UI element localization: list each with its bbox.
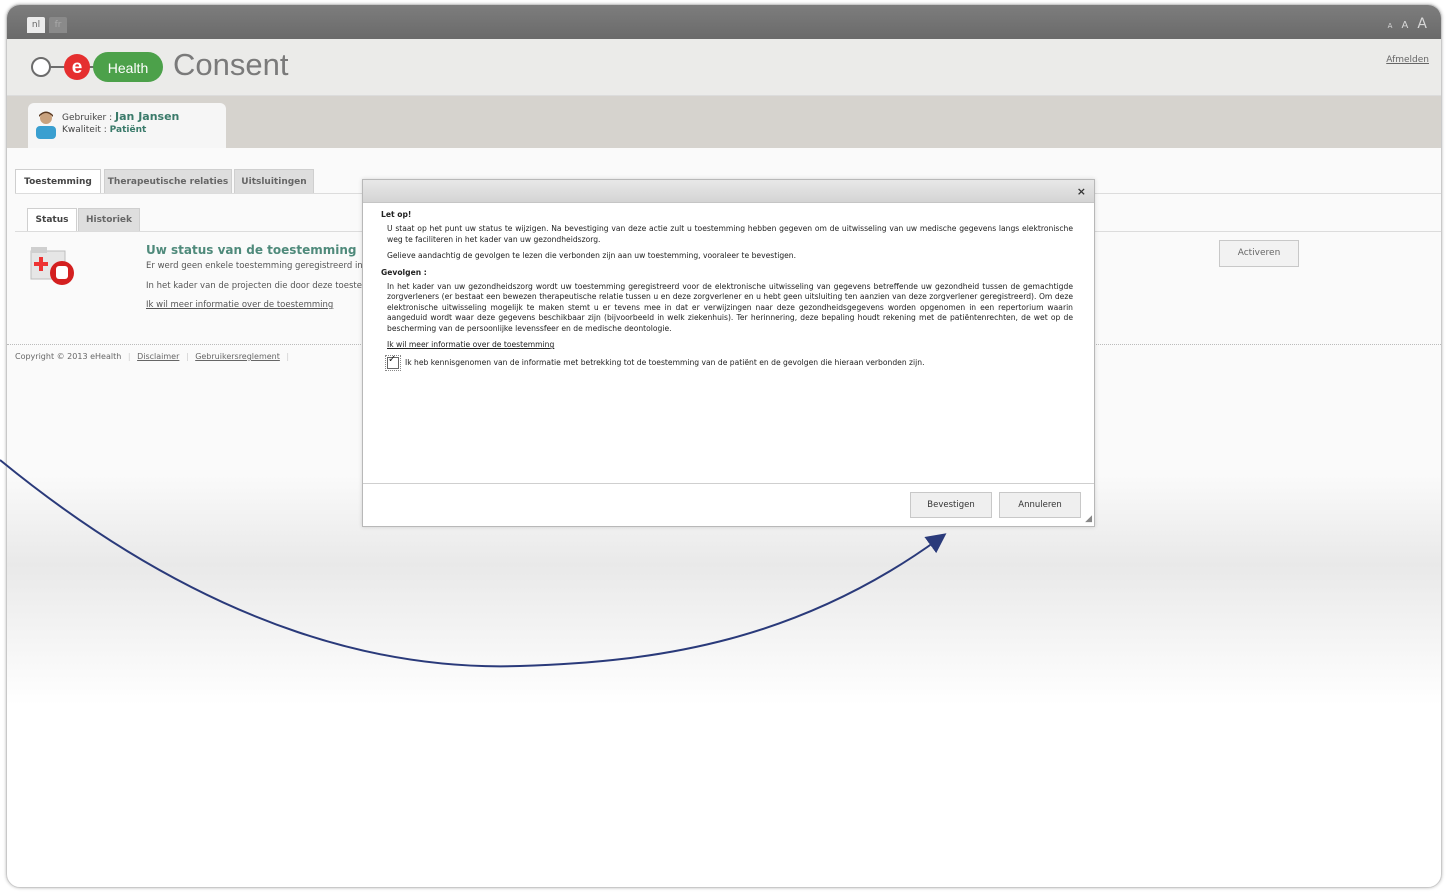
- tab-toestemming[interactable]: Toestemming: [15, 169, 101, 194]
- user-label: Gebruiker :: [62, 113, 113, 123]
- user-avatar-icon: [36, 111, 56, 139]
- cancel-button[interactable]: Annuleren: [999, 492, 1081, 518]
- disclaimer-link[interactable]: Disclaimer: [137, 352, 179, 361]
- quality-label: Kwaliteit :: [62, 125, 107, 135]
- user-bar: Gebruiker : Jan Jansen Kwaliteit : Patië…: [7, 96, 1441, 148]
- quality-value: Patiënt: [109, 125, 147, 135]
- user-name-row: Gebruiker : Jan Jansen: [62, 110, 179, 123]
- user-name: Jan Jansen: [115, 110, 180, 123]
- header: e Health Consent Afmelden: [7, 39, 1441, 96]
- dialog-body: Let op! U staat op het punt uw status te…: [381, 210, 1073, 372]
- activate-button[interactable]: Activeren: [1219, 240, 1299, 267]
- confirm-button[interactable]: Bevestigen: [910, 492, 992, 518]
- lang-fr-tab[interactable]: fr: [49, 17, 67, 33]
- status-title: Uw status van de toestemming: [146, 243, 357, 257]
- close-icon[interactable]: ×: [1077, 185, 1086, 198]
- acknowledge-label: Ik heb kennisgenomen van de informatie m…: [405, 358, 925, 368]
- consent-blocked-icon: [30, 247, 74, 285]
- tab-uitsluitingen[interactable]: Uitsluitingen: [234, 169, 314, 194]
- logout-link[interactable]: Afmelden: [1386, 55, 1429, 65]
- app-title: Consent: [173, 47, 289, 82]
- confirm-dialog: × Let op! U staat op het punt uw status …: [362, 179, 1095, 527]
- font-medium-button[interactable]: A: [1401, 20, 1408, 31]
- font-large-button[interactable]: A: [1417, 16, 1427, 32]
- font-size-controls: A A A: [1384, 13, 1427, 32]
- dialog-heading-let-op: Let op!: [381, 210, 412, 219]
- tab-therapeutische-relaties[interactable]: Therapeutische relaties: [104, 169, 232, 194]
- acknowledge-row: Ik heb kennisgenomen van de informatie m…: [385, 355, 1073, 372]
- dialog-footer: Bevestigen Annuleren ◢: [363, 483, 1094, 526]
- dialog-paragraph-3: In het kader van uw gezondheidszorg word…: [387, 282, 1073, 333]
- dialog-heading-gevolgen: Gevolgen :: [381, 267, 427, 277]
- acknowledge-checkbox[interactable]: [385, 355, 401, 372]
- status-line-1: Er werd geen enkele toestemming geregist…: [146, 261, 368, 271]
- dialog-titlebar: ×: [363, 180, 1094, 203]
- dialog-paragraph-2: Gelieve aandachtig de gevolgen te lezen …: [387, 251, 797, 261]
- subtab-status[interactable]: Status: [27, 208, 77, 231]
- rules-link[interactable]: Gebruikersreglement: [195, 352, 280, 361]
- user-card: Gebruiker : Jan Jansen Kwaliteit : Patië…: [28, 103, 226, 148]
- subtab-historiek[interactable]: Historiek: [78, 208, 140, 231]
- status-line-2: In het kader van de projecten die door d…: [146, 281, 362, 291]
- copyright-text: Copyright © 2013 eHealth: [15, 352, 122, 361]
- browser-frame: nl fr A A A e Health Consent Afmelden Ge…: [6, 4, 1442, 888]
- lang-nl-tab[interactable]: nl: [27, 17, 45, 33]
- logo-health: Health: [108, 60, 148, 76]
- resize-handle-icon[interactable]: ◢: [1085, 514, 1092, 524]
- dialog-paragraph-1: U staat op het punt uw status te wijzige…: [387, 224, 1073, 244]
- logo-e: e: [72, 57, 83, 78]
- more-info-link[interactable]: Ik wil meer informatie over de toestemmi…: [146, 300, 333, 310]
- ehealth-logo: e Health: [31, 52, 163, 82]
- top-bar: nl fr A A A: [7, 5, 1441, 39]
- font-small-button[interactable]: A: [1388, 22, 1393, 30]
- dialog-more-info-link[interactable]: Ik wil meer informatie over de toestemmi…: [387, 340, 1073, 350]
- footer: Copyright © 2013 eHealth | Disclaimer | …: [15, 352, 290, 361]
- user-quality-row: Kwaliteit : Patiënt: [62, 125, 146, 135]
